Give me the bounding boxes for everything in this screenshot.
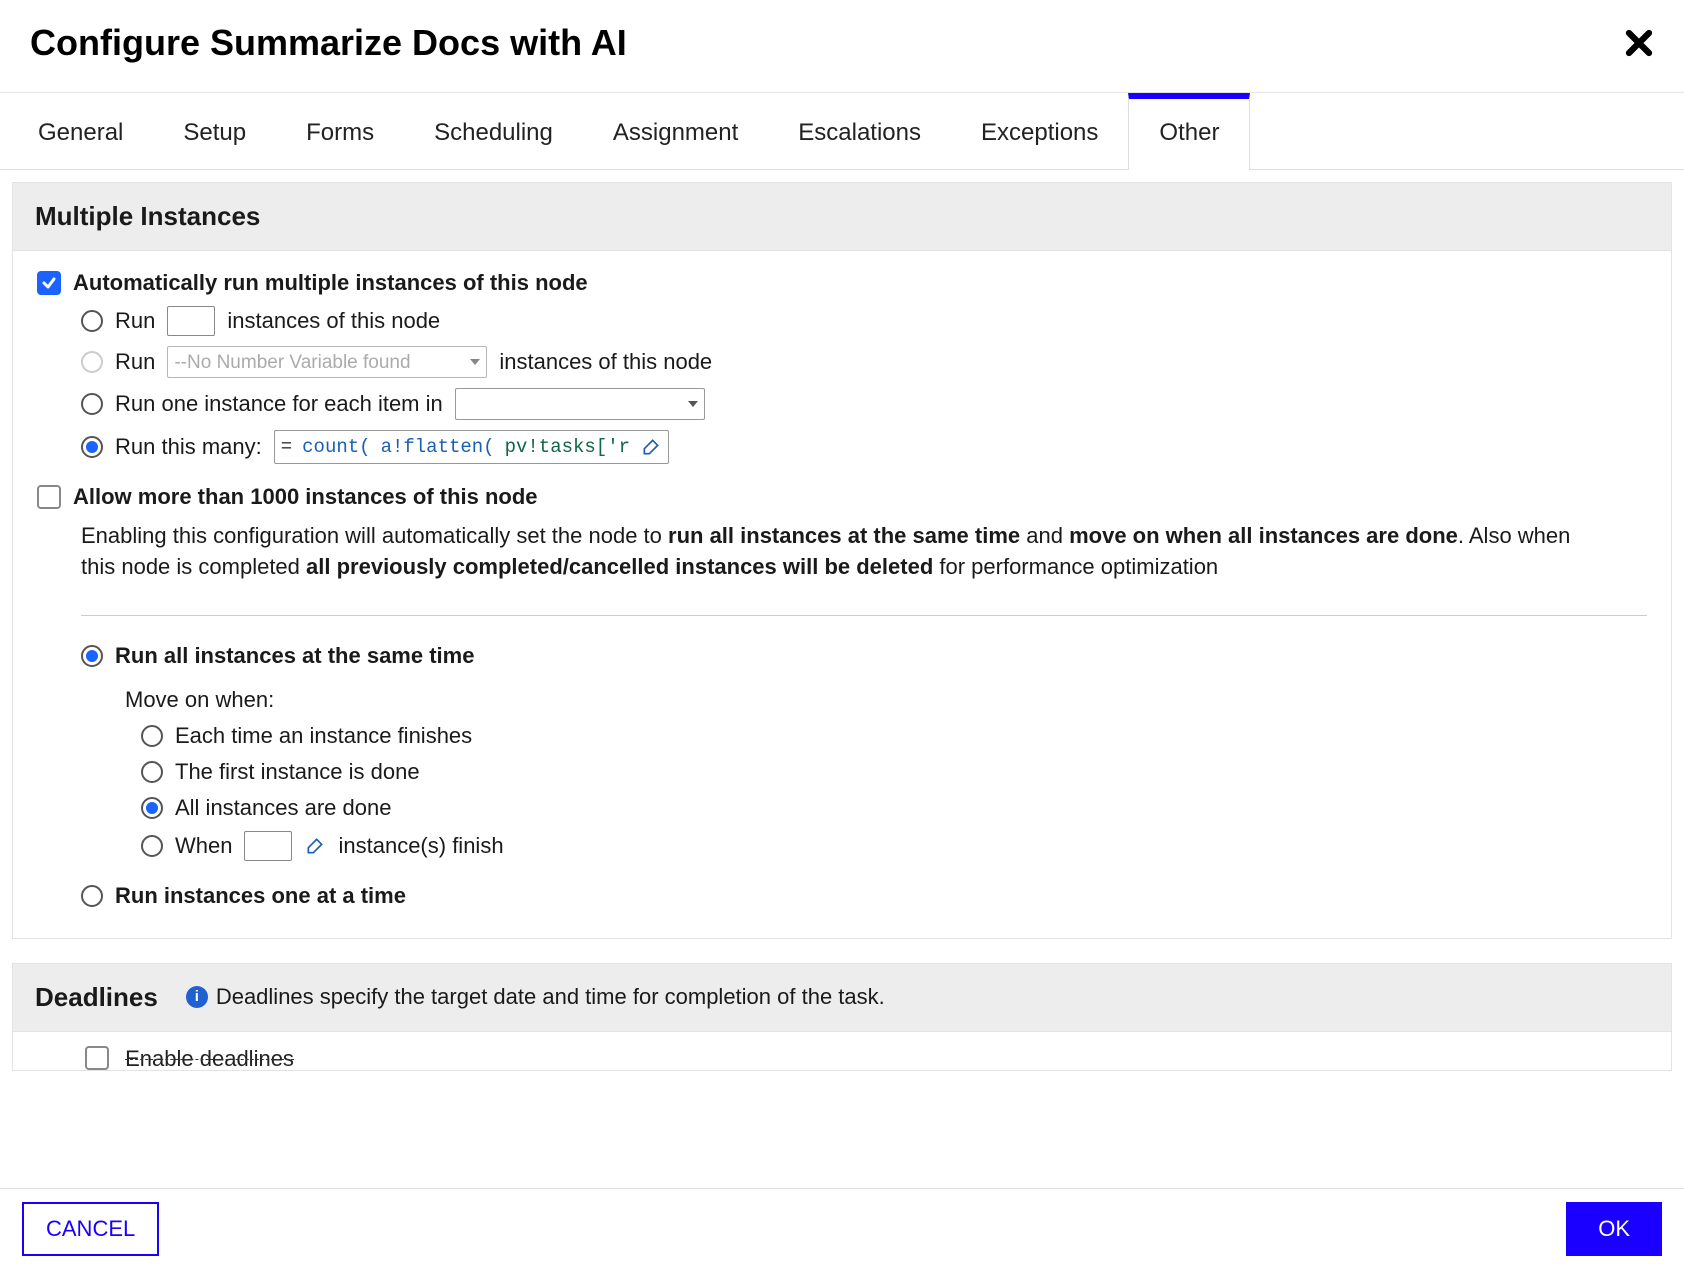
cancel-button[interactable]: CANCEL <box>22 1202 159 1256</box>
allow-1000-checkbox[interactable] <box>37 485 61 509</box>
tab-exceptions[interactable]: Exceptions <box>951 93 1128 169</box>
deadlines-title: Deadlines <box>35 982 158 1013</box>
allow-1000-label: Allow more than 1000 instances of this n… <box>73 484 538 510</box>
run-var-after: instances of this node <box>499 349 712 375</box>
content-scroll[interactable]: Multiple Instances Automatically run mul… <box>0 170 1684 1116</box>
run-each-label: Run one instance for each item in <box>115 391 443 417</box>
move-each-label: Each time an instance finishes <box>175 723 472 749</box>
run-n-input[interactable] <box>167 306 215 336</box>
allow-1000-help: Enabling this configuration will automat… <box>37 515 1577 601</box>
run-each-select[interactable] <box>455 388 705 420</box>
radio-move-all-done[interactable] <box>141 797 163 819</box>
tab-forms[interactable]: Forms <box>276 93 404 169</box>
run-n-before: Run <box>115 308 155 334</box>
enable-deadlines-checkbox[interactable] <box>85 1046 109 1070</box>
divider <box>81 615 1647 616</box>
auto-run-checkbox[interactable] <box>37 271 61 295</box>
auto-run-label: Automatically run multiple instances of … <box>73 270 588 296</box>
info-icon: i <box>186 986 208 1008</box>
page-title: Configure Summarize Docs with AI <box>30 22 627 64</box>
close-icon[interactable] <box>1624 28 1654 58</box>
deadlines-info: i Deadlines specify the target date and … <box>186 984 885 1010</box>
radio-move-first[interactable] <box>141 761 163 783</box>
tab-general[interactable]: General <box>8 93 153 169</box>
radio-run-all-same-time[interactable] <box>81 645 103 667</box>
tab-assignment[interactable]: Assignment <box>583 93 768 169</box>
section-multiple-instances: Multiple Instances Automatically run mul… <box>12 182 1672 939</box>
radio-run-n[interactable] <box>81 310 103 332</box>
section-deadlines: Deadlines i Deadlines specify the target… <box>12 963 1672 1071</box>
footer: CANCEL OK <box>0 1188 1684 1268</box>
tabs: General Setup Forms Scheduling Assignmen… <box>0 93 1684 170</box>
radio-run-one-at-a-time[interactable] <box>81 885 103 907</box>
section-title: Multiple Instances <box>35 201 260 232</box>
run-expr-box[interactable]: = count( a!flatten( pv!tasks['r <box>274 430 669 464</box>
tab-other[interactable]: Other <box>1128 93 1250 169</box>
enable-deadlines-label: Enable deadlines <box>125 1046 294 1070</box>
radio-run-expr[interactable] <box>81 436 103 458</box>
edit-expression-icon[interactable] <box>640 436 662 458</box>
move-when-after: instance(s) finish <box>338 833 503 859</box>
run-n-after: instances of this node <box>227 308 440 334</box>
ok-button[interactable]: OK <box>1566 1202 1662 1256</box>
move-on-when-label: Move on when: <box>125 687 274 713</box>
expr-eq: = <box>281 436 292 458</box>
move-all-done-label: All instances are done <box>175 795 391 821</box>
tab-setup[interactable]: Setup <box>153 93 276 169</box>
expr-count: count( <box>302 436 370 458</box>
radio-move-when-n[interactable] <box>141 835 163 857</box>
move-when-input[interactable] <box>244 831 292 861</box>
run-one-at-a-time-label: Run instances one at a time <box>115 883 406 909</box>
run-expr-label: Run this many: <box>115 434 262 460</box>
run-var-select: --No Number Variable found <box>167 346 487 378</box>
move-when-before: When <box>175 833 232 859</box>
run-var-before: Run <box>115 349 155 375</box>
run-all-same-time-label: Run all instances at the same time <box>115 643 474 669</box>
expr-var: pv!tasks['r <box>505 436 630 458</box>
radio-run-each[interactable] <box>81 393 103 415</box>
edit-when-expression-icon[interactable] <box>304 835 326 857</box>
radio-move-each[interactable] <box>141 725 163 747</box>
tab-escalations[interactable]: Escalations <box>768 93 951 169</box>
expr-flatten: a!flatten( <box>381 436 495 458</box>
move-first-label: The first instance is done <box>175 759 420 785</box>
radio-run-var <box>81 351 103 373</box>
tab-scheduling[interactable]: Scheduling <box>404 93 583 169</box>
